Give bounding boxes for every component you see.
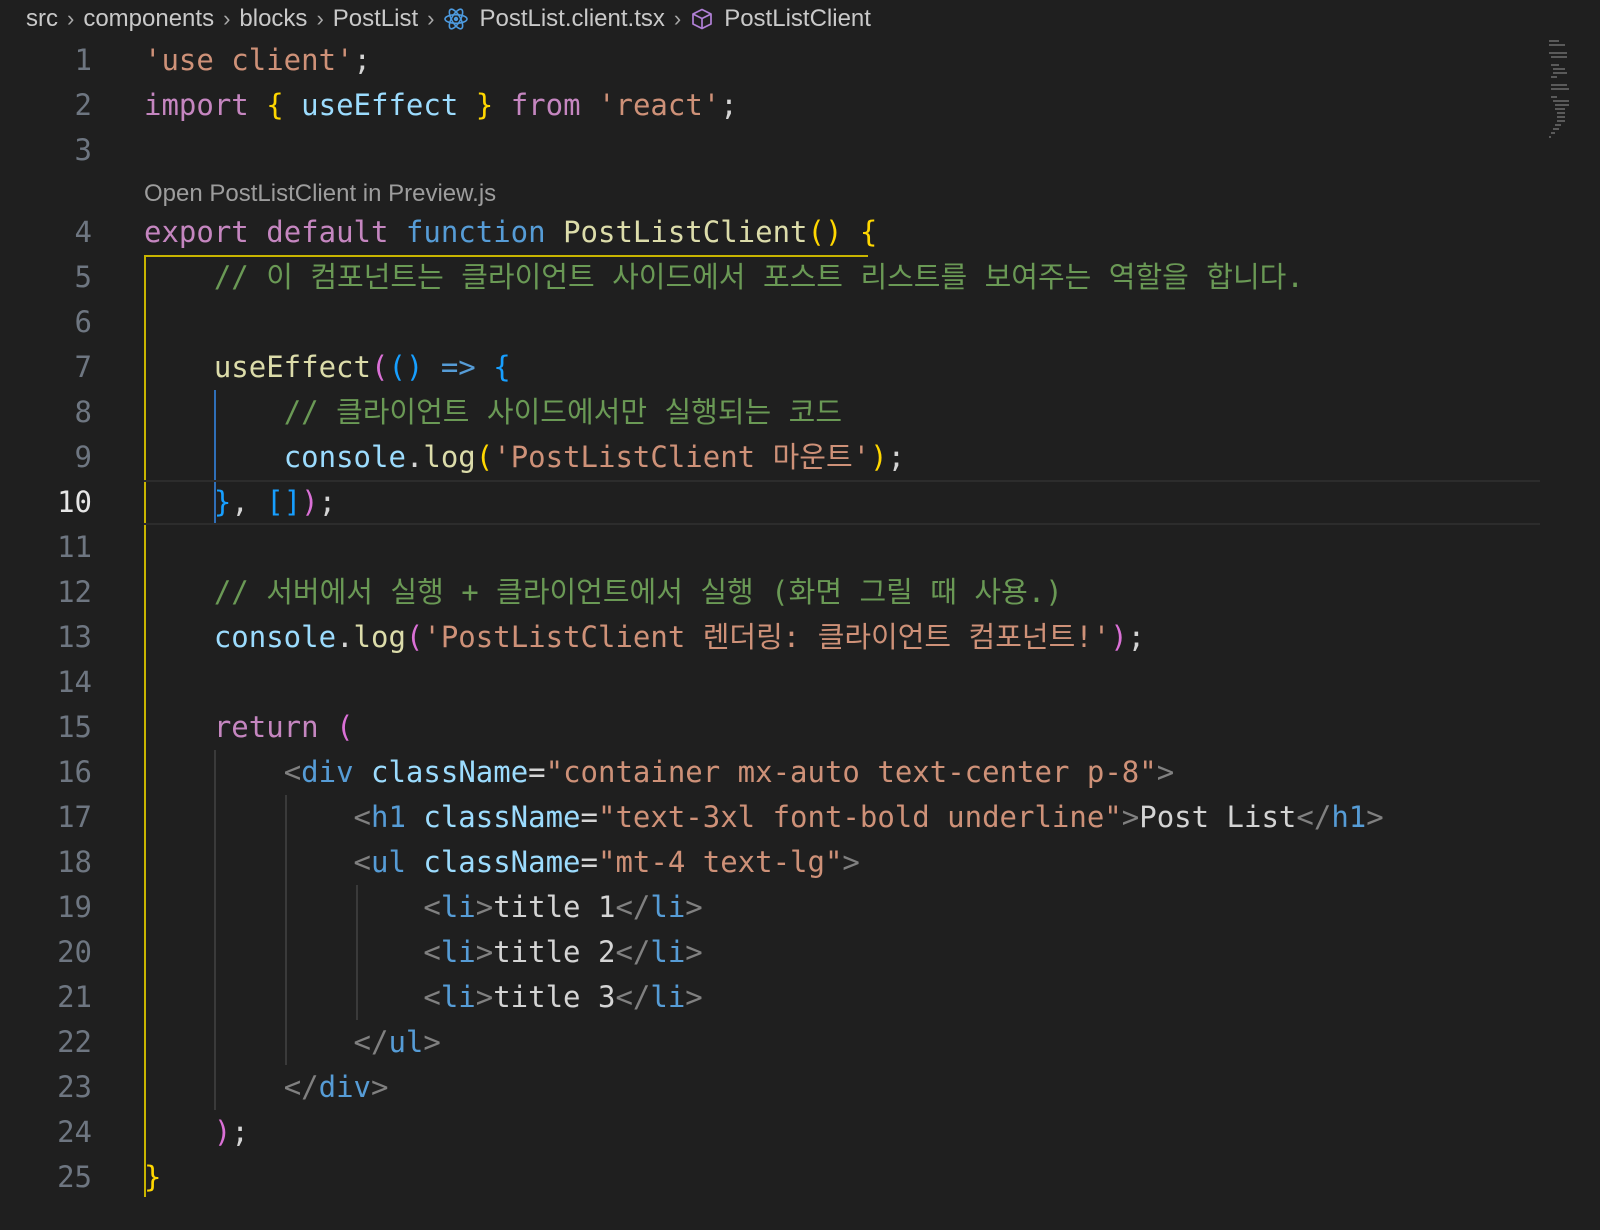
line-number: 12 — [57, 575, 92, 609]
breadcrumb-item[interactable]: PostList — [333, 5, 418, 33]
line-number: 20 — [57, 935, 92, 969]
line-number-gutter: 1 2 3 4 5 6 7 8 9 10 11 12 13 14 15 16 17 18 19 20 21 22 23 24 2… — [0, 38, 120, 1230]
chevron-right-icon: › — [673, 6, 682, 31]
code-line[interactable]: 'use client'; — [144, 38, 371, 83]
line-number: 21 — [57, 980, 92, 1014]
line-number: 4 — [74, 215, 92, 249]
breadcrumb: src › components › blocks › PostList › PostList.… — [0, 0, 1540, 38]
code-line[interactable]: // 클라이언트 사이드에서만 실행되는 코드 — [144, 390, 842, 435]
code-line[interactable]: <li>title 1</li> — [144, 885, 702, 930]
breadcrumb-label: PostList — [332, 5, 419, 32]
line-number: 11 — [57, 530, 92, 564]
code-line[interactable]: </div> — [144, 1065, 389, 1110]
code-line[interactable]: return ( — [144, 705, 354, 750]
line-number: 9 — [74, 440, 92, 474]
minimap[interactable] — [1545, 36, 1569, 146]
breadcrumb-label: components — [83, 5, 215, 32]
line-number: 17 — [57, 800, 92, 834]
line-number: 8 — [74, 395, 92, 429]
chevron-right-icon: › — [427, 6, 435, 31]
code-line[interactable]: } — [144, 1155, 161, 1200]
breadcrumb-item[interactable]: PostListClient — [690, 5, 871, 33]
breadcrumb-label: blocks — [239, 5, 308, 32]
line-number: 19 — [57, 890, 92, 924]
code-line[interactable]: import { useEffect } from 'react'; — [144, 83, 738, 128]
code-line[interactable]: </ul> — [144, 1020, 441, 1065]
line-number: 13 — [57, 620, 92, 654]
line-number: 16 — [57, 755, 92, 789]
code-line[interactable]: useEffect(() => { — [144, 345, 511, 390]
code-line[interactable]: console.log('PostListClient 마운트'); — [144, 435, 905, 480]
code-line[interactable]: export default function PostListClient()… — [144, 210, 877, 255]
breadcrumb-item[interactable]: PostList.client.tsx — [443, 5, 665, 33]
code-line[interactable]: // 이 컴포넌트는 클라이언트 사이드에서 포스트 리스트를 보여주는 역할을… — [144, 255, 1304, 300]
line-number: 10 — [57, 485, 92, 519]
line-number: 7 — [74, 350, 92, 384]
line-number: 23 — [57, 1070, 92, 1104]
line-number: 14 — [57, 665, 92, 699]
line-number: 1 — [74, 43, 92, 77]
code-line[interactable]: <li>title 2</li> — [144, 930, 702, 975]
breadcrumb-label: PostList.client.tsx — [479, 5, 665, 32]
code-line[interactable]: <div className="container mx-auto text-c… — [144, 750, 1175, 795]
code-line[interactable]: <li>title 3</li> — [144, 975, 702, 1020]
code-line-current[interactable]: }, []); — [144, 480, 1540, 525]
line-number: 6 — [74, 305, 92, 339]
line-number: 5 — [74, 260, 92, 294]
line-number: 24 — [57, 1115, 92, 1149]
breadcrumb-label: PostListClient — [724, 5, 871, 32]
line-number: 18 — [57, 845, 92, 879]
chevron-right-icon: › — [67, 6, 75, 31]
line-number: 25 — [57, 1160, 92, 1194]
code-line[interactable]: ); — [144, 1110, 249, 1155]
codelens-open-preview-link[interactable]: Open PostListClient in Preview.js — [144, 174, 496, 214]
code-line[interactable]: // 서버에서 실행 + 클라이언트에서 실행 (화면 그릴 때 사용.) — [144, 570, 1063, 615]
breadcrumb-item[interactable]: components — [83, 5, 214, 33]
code-editor[interactable]: 1 2 3 4 5 6 7 8 9 10 11 12 13 14 15 16 17 18 19 20 21 22 23 24 2… — [0, 38, 1540, 1230]
line-number: 3 — [74, 133, 92, 167]
breadcrumb-item[interactable]: src — [26, 5, 58, 33]
react-icon — [443, 6, 469, 32]
symbol-cube-icon — [690, 7, 714, 31]
line-number: 15 — [57, 710, 92, 744]
code-line[interactable]: console.log('PostListClient 렌더링: 클라이언트 컴… — [144, 615, 1145, 660]
line-number: 22 — [57, 1025, 92, 1059]
chevron-right-icon: › — [316, 6, 324, 31]
chevron-right-icon: › — [223, 6, 231, 31]
line-number: 2 — [74, 88, 92, 122]
breadcrumb-item[interactable]: blocks — [239, 5, 307, 33]
breadcrumb-label: src — [26, 5, 58, 32]
code-line[interactable]: <ul className="mt-4 text-lg"> — [144, 840, 860, 885]
code-line[interactable]: <h1 className="text-3xl font-bold underl… — [144, 795, 1384, 840]
